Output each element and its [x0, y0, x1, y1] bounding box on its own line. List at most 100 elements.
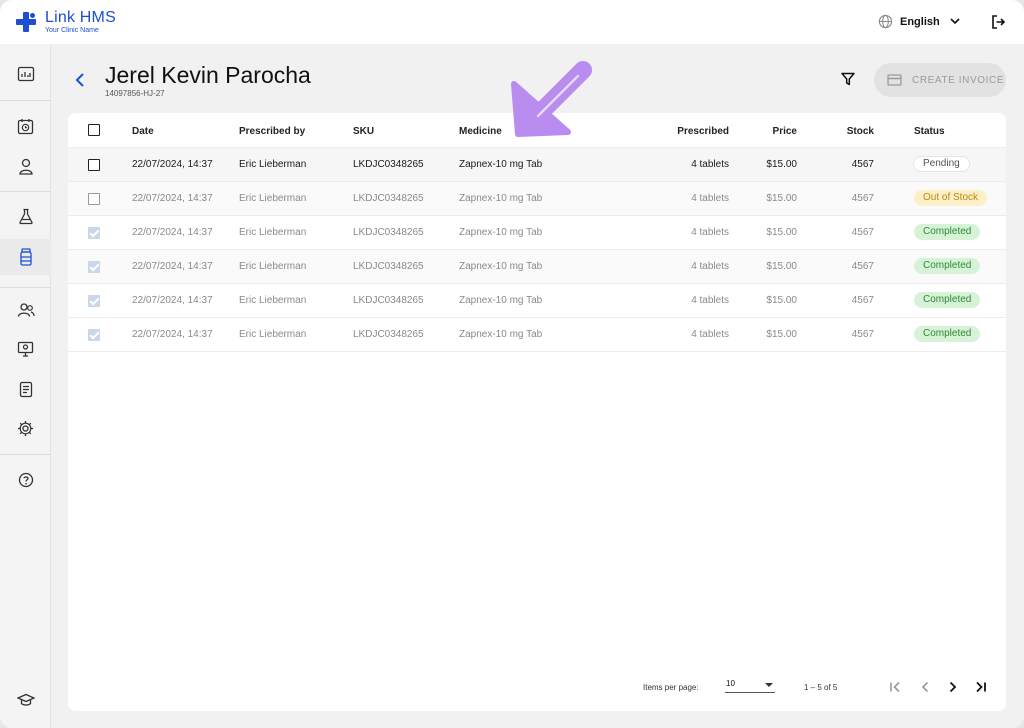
row-checkbox[interactable]: [88, 227, 100, 239]
table-row[interactable]: 22/07/2024, 14:37 Eric Lieberman LKDJC03…: [68, 250, 1006, 284]
sidebar-item-staff[interactable]: [0, 292, 51, 328]
cell-price: $15.00: [766, 227, 797, 238]
sidebar-item-settings[interactable]: [0, 410, 51, 446]
cell-prescribed: 4 tablets: [691, 295, 729, 306]
cell-prescribed-by: Eric Lieberman: [239, 227, 307, 238]
row-checkbox[interactable]: [88, 159, 100, 171]
sidebar-item-reports[interactable]: [0, 371, 51, 407]
back-button[interactable]: [74, 72, 86, 93]
cell-prescribed: 4 tablets: [691, 329, 729, 340]
pagination-range: 1 – 5 of 5: [804, 683, 838, 692]
status-badge: Completed: [914, 258, 981, 274]
status-badge: Completed: [914, 224, 981, 240]
sidebar-item-appointments[interactable]: [0, 108, 51, 144]
cell-sku: LKDJC0348265: [353, 227, 424, 238]
cell-price: $15.00: [766, 329, 797, 340]
app-name: Link HMS: [45, 9, 116, 26]
last-page-button[interactable]: [974, 680, 988, 699]
cell-sku: LKDJC0348265: [353, 329, 424, 340]
cell-stock: 4567: [851, 261, 874, 272]
cell-price: $15.00: [766, 295, 797, 306]
table-row[interactable]: 22/07/2024, 14:37 Eric Lieberman LKDJC03…: [68, 148, 1006, 182]
cell-stock: 4567: [851, 295, 874, 306]
cell-prescribed: 4 tablets: [691, 261, 729, 272]
sidebar-item-dashboard[interactable]: [0, 56, 51, 92]
cell-prescribed-by: Eric Lieberman: [239, 261, 307, 272]
col-stock[interactable]: Stock: [823, 126, 874, 137]
filter-button[interactable]: [841, 72, 855, 91]
cell-date: 22/07/2024, 14:37: [132, 295, 213, 306]
row-checkbox[interactable]: [88, 295, 100, 307]
row-checkbox[interactable]: [88, 193, 100, 205]
sidebar-item-patients[interactable]: [0, 148, 51, 184]
col-sku[interactable]: SKU: [353, 126, 374, 137]
table-row[interactable]: 22/07/2024, 14:37 Eric Lieberman LKDJC03…: [68, 216, 1006, 250]
prescriptions-table: Date Prescribed by SKU Medicine Prescrib…: [68, 113, 1006, 711]
table-row[interactable]: 22/07/2024, 14:37 Eric Lieberman LKDJC03…: [68, 284, 1006, 318]
cell-prescribed: 4 tablets: [691, 193, 729, 204]
items-per-page-label: Items per page:: [643, 683, 699, 692]
sidebar-item-pharmacy[interactable]: [0, 239, 51, 275]
next-page-button[interactable]: [946, 680, 960, 699]
app-window: Link HMS Your Clinic Name English Jerel …: [0, 0, 1024, 728]
items-per-page-select[interactable]: 10: [725, 679, 775, 693]
sidebar-item-help[interactable]: [0, 462, 51, 498]
col-prescribed[interactable]: Prescribed: [668, 126, 729, 137]
col-price[interactable]: Price: [748, 126, 797, 137]
cell-stock: 4567: [851, 329, 874, 340]
reports-icon: [19, 381, 32, 397]
cell-prescribed: 4 tablets: [691, 159, 729, 170]
language-label: English: [900, 15, 940, 28]
col-medicine[interactable]: Medicine: [459, 126, 502, 137]
table-row[interactable]: 22/07/2024, 14:37 Eric Lieberman LKDJC03…: [68, 318, 1006, 352]
sidebar-item-monitor[interactable]: [0, 331, 51, 367]
cell-date: 22/07/2024, 14:37: [132, 329, 213, 340]
app-logo[interactable]: Link HMS Your Clinic Name: [16, 10, 116, 34]
table-row[interactable]: 22/07/2024, 14:37 Eric Lieberman LKDJC03…: [68, 182, 1006, 216]
cell-date: 22/07/2024, 14:37: [132, 261, 213, 272]
first-page-icon: [890, 681, 900, 693]
cell-medicine: Zapnex-10 mg Tab: [459, 295, 543, 306]
patient-id: 14097856-HJ-27: [105, 89, 165, 98]
previous-page-button[interactable]: [918, 680, 932, 699]
logout-button[interactable]: [990, 14, 1006, 35]
lab-icon: [18, 208, 33, 224]
cell-medicine: Zapnex-10 mg Tab: [459, 227, 543, 238]
col-date[interactable]: Date: [132, 126, 154, 137]
cell-sku: LKDJC0348265: [353, 295, 424, 306]
clinic-name: Your Clinic Name: [45, 27, 99, 34]
select-all-checkbox[interactable]: [88, 124, 100, 136]
chevron-down-icon: [950, 18, 960, 25]
first-page-button[interactable]: [888, 680, 902, 699]
cell-date: 22/07/2024, 14:37: [132, 159, 213, 170]
chevron-left-icon: [75, 73, 84, 87]
cell-medicine: Zapnex-10 mg Tab: [459, 193, 543, 204]
create-invoice-button[interactable]: CREATE INVOICE: [874, 63, 1006, 97]
sidebar-item-lab[interactable]: [0, 198, 51, 234]
staff-icon: [17, 303, 35, 317]
caret-down-icon: [765, 683, 773, 687]
education-icon: [16, 693, 35, 706]
cell-sku: LKDJC0348265: [353, 261, 424, 272]
col-status[interactable]: Status: [914, 126, 945, 137]
status-badge: Completed: [914, 326, 981, 342]
page-title: Jerel Kevin Parocha: [105, 62, 311, 88]
cell-date: 22/07/2024, 14:37: [132, 193, 213, 204]
sidebar-item-education[interactable]: [0, 682, 51, 718]
cell-stock: 4567: [851, 193, 874, 204]
globe-icon: [878, 14, 893, 29]
monitor-icon: [17, 341, 34, 357]
col-prescribed-by[interactable]: Prescribed by: [239, 126, 305, 137]
logo-cross-icon: [16, 12, 36, 32]
cell-stock: 4567: [851, 159, 874, 170]
cell-medicine: Zapnex-10 mg Tab: [459, 159, 543, 170]
language-selector[interactable]: English: [878, 14, 967, 29]
row-checkbox[interactable]: [88, 261, 100, 273]
settings-icon: [18, 420, 33, 436]
status-badge: Out of Stock: [914, 190, 988, 206]
top-bar: Link HMS Your Clinic Name English: [0, 0, 1024, 44]
cell-price: $15.00: [766, 193, 797, 204]
dashboard-icon: [17, 66, 34, 82]
appointments-icon: [17, 118, 34, 134]
row-checkbox[interactable]: [88, 329, 100, 341]
